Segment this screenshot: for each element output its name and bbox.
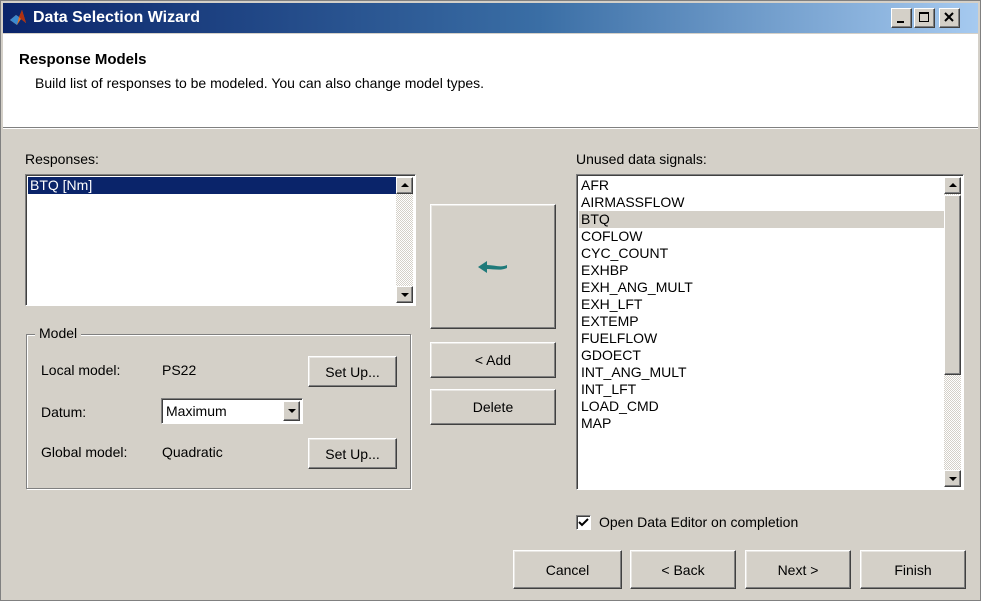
scroll-down-button[interactable] [944,470,961,487]
wizard-header: Response Models Build list of responses … [3,34,978,128]
list-item[interactable]: GDOECT [579,347,944,364]
window-title: Data Selection Wizard [33,9,201,26]
back-button[interactable]: < Back [630,550,736,589]
page-description: Build list of responses to be modeled. Y… [35,75,485,91]
unused-signals-label: Unused data signals: [576,151,707,167]
cancel-button[interactable]: Cancel [513,550,622,589]
close-icon [944,12,954,22]
scroll-thumb[interactable] [944,195,961,375]
list-item[interactable]: BTQ [Nm] [28,177,396,194]
responses-scrollbar[interactable] [396,177,413,303]
scroll-down-button[interactable] [396,286,413,303]
responses-listbox[interactable]: BTQ [Nm] [25,174,416,306]
finish-button[interactable]: Finish [860,550,966,589]
title-bar[interactable]: Data Selection Wizard [3,3,978,33]
list-item[interactable]: AFR [579,177,944,194]
open-editor-checkbox[interactable] [576,515,591,530]
responses-items: BTQ [Nm] [28,177,396,194]
scroll-up-button[interactable] [944,177,961,194]
scroll-up-button[interactable] [396,177,413,194]
open-editor-label[interactable]: Open Data Editor on completion [599,514,798,530]
datum-dropdown-button[interactable] [283,401,300,421]
chevron-up-icon [949,183,957,187]
unused-signals-scrollbar[interactable] [944,177,961,487]
list-item[interactable]: INT_ANG_MULT [579,364,944,381]
matlab-logo-icon [10,10,26,25]
checkmark-icon [578,518,589,527]
model-group-legend: Model [35,325,82,341]
page-title: Response Models [19,51,147,68]
move-left-button[interactable] [430,204,556,329]
unused-signals-items: AFR AIRMASSFLOW BTQ COFLOW CYC_COUNT EXHBP EXH… [579,177,944,432]
left-arrow-icon [478,260,507,273]
datum-select[interactable]: Maximum [161,398,303,424]
list-item[interactable]: EXTEMP [579,313,944,330]
chevron-down-icon [288,409,296,413]
list-item[interactable]: EXH_LFT [579,296,944,313]
local-model-value: PS22 [162,362,197,378]
delete-button[interactable]: Delete [430,389,556,425]
list-item[interactable]: LOAD_CMD [579,398,944,415]
minimize-button[interactable] [891,8,912,28]
list-item[interactable]: INT_LFT [579,381,944,398]
global-setup-button[interactable]: Set Up... [308,438,397,469]
global-model-value: Quadratic [162,444,223,460]
list-item[interactable]: EXH_ANG_MULT [579,279,944,296]
list-item[interactable]: AIRMASSFLOW [579,194,944,211]
local-model-label: Local model: [41,362,121,378]
wizard-window: Data Selection Wizard Response Models Bu… [0,0,981,601]
maximize-button[interactable] [914,8,935,28]
list-item[interactable]: COFLOW [579,228,944,245]
minimize-icon [897,21,904,23]
maximize-icon [919,12,929,22]
close-button[interactable] [939,8,960,28]
unused-signals-listbox[interactable]: AFR AIRMASSFLOW BTQ COFLOW CYC_COUNT EXHBP EXH… [576,174,964,490]
chevron-up-icon [401,183,409,187]
list-item[interactable]: CYC_COUNT [579,245,944,262]
next-button[interactable]: Next > [745,550,851,589]
datum-select-value: Maximum [166,403,227,419]
list-item[interactable]: MAP [579,415,944,432]
datum-label: Datum: [41,404,87,420]
local-setup-button[interactable]: Set Up... [308,356,397,387]
list-item[interactable]: EXHBP [579,262,944,279]
chevron-down-icon [401,293,409,297]
list-item[interactable]: BTQ [579,211,944,228]
add-button[interactable]: < Add [430,342,556,378]
global-model-label: Global model: [41,444,128,460]
chevron-down-icon [949,477,957,481]
list-item[interactable]: FUELFLOW [579,330,944,347]
responses-label: Responses: [25,151,99,167]
